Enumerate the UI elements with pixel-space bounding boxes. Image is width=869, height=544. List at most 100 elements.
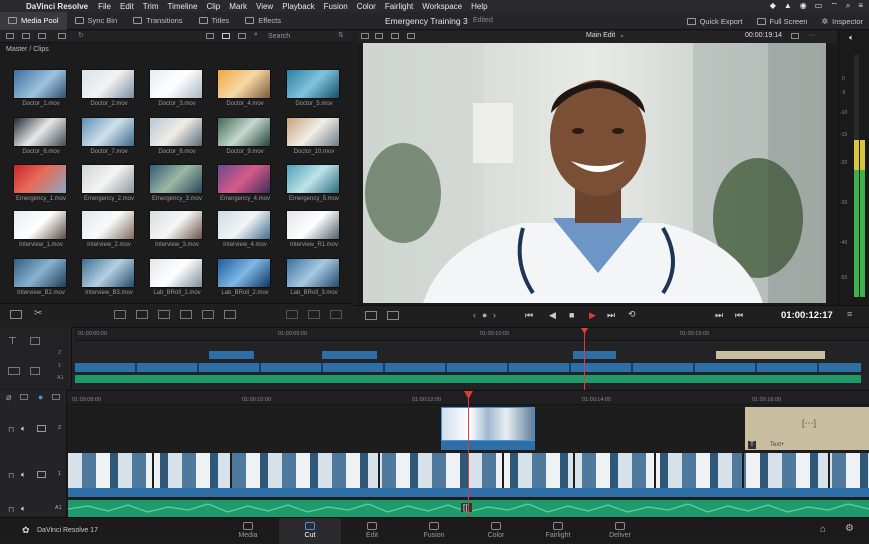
v2-clip[interactable] (441, 407, 535, 441)
timeline-view-icon[interactable] (52, 394, 60, 400)
thumbnail-view-icon[interactable] (222, 33, 230, 39)
go-to-end-icon[interactable]: ⏭ (607, 310, 615, 321)
clip-emergency-2[interactable]: Emergency_2.mov (81, 164, 137, 209)
search-field[interactable]: Search (268, 33, 290, 40)
viewer-layout-icon[interactable] (361, 33, 369, 39)
sync-bin-button[interactable]: Sync Bin (67, 12, 126, 30)
clip-interview-r1[interactable]: Interview_R1.mov (286, 210, 342, 255)
upper-v1-track[interactable] (75, 363, 861, 372)
clip-doctor-2[interactable]: Doctor_2.mov (81, 69, 137, 114)
clip-doctor-3[interactable]: Doctor_3.mov (149, 69, 205, 114)
zoom-icon[interactable] (791, 33, 799, 39)
page-fusion[interactable]: Fusion (403, 518, 465, 544)
lock-icon[interactable]: ⊓ (8, 425, 14, 434)
upper-title-clip[interactable] (716, 351, 825, 359)
menu-color[interactable]: Color (357, 2, 376, 11)
battery-icon[interactable]: ▭ (815, 1, 823, 11)
clip-emergency-1[interactable]: Emergency_1.mov (13, 164, 69, 209)
menu-clip[interactable]: Clip (206, 2, 220, 11)
speaker-icon[interactable]: 🔈︎ (849, 33, 854, 43)
menu-trim[interactable]: Trim (143, 2, 159, 11)
dissolve-icon[interactable] (308, 310, 320, 319)
clip-doctor-4[interactable]: Doctor_4.mov (217, 69, 273, 114)
close-up-icon[interactable] (180, 310, 192, 319)
audio-icon[interactable]: 🔈︎ (21, 470, 26, 480)
prev-marker-icon[interactable]: ‹ (473, 310, 476, 320)
refresh-icon[interactable]: ↻ (78, 31, 84, 39)
audio-edit-handle-icon[interactable]: [|] (461, 503, 472, 512)
upper-v2-clip[interactable] (573, 351, 616, 359)
page-fairlight[interactable]: Fairlight (527, 518, 589, 544)
audio-icon[interactable]: 🔈︎ (21, 424, 26, 434)
transition-icon[interactable] (286, 310, 298, 319)
import-icon[interactable] (22, 33, 30, 39)
clip-emergency-4[interactable]: Emergency_4.mov (217, 164, 273, 209)
menu-view[interactable]: View (256, 2, 273, 11)
page-deliver[interactable]: Deliver (589, 518, 651, 544)
clip-interview-b2[interactable]: Interview_B2.mov (13, 258, 69, 303)
clip-doctor-1[interactable]: Doctor_1.mov (13, 69, 69, 114)
smart-insert-icon[interactable] (114, 310, 126, 319)
clip-interview-1[interactable]: Interview_1.mov (13, 210, 69, 255)
linked-selection-icon[interactable]: ● (38, 392, 43, 402)
jog-dot-icon[interactable]: ● (482, 310, 487, 320)
wifi-icon[interactable]: ⌔ (830, 1, 838, 11)
safe-area-icon[interactable] (391, 33, 399, 39)
clip-emergency-5[interactable]: Emergency_5.mov (286, 164, 342, 209)
upper-a1-track[interactable] (75, 375, 861, 383)
clip-doctor-6[interactable]: Doctor_6.mov (13, 117, 69, 162)
transitions-button[interactable]: Transitions (125, 12, 190, 30)
timeline-selector[interactable]: Main Edit (586, 32, 615, 39)
adobe-icon[interactable]: ▲ (784, 1, 792, 11)
upper-playhead[interactable] (584, 330, 585, 390)
clip-lab-broll-1[interactable]: Lab_BRoll_1.mov (149, 258, 205, 303)
dropbox-icon[interactable]: ◆ (770, 1, 776, 11)
media-pool-button[interactable]: Media Pool (0, 11, 67, 30)
page-color[interactable]: Color (465, 518, 527, 544)
loop-icon[interactable]: ⟲ (628, 309, 636, 320)
place-on-top-icon[interactable] (202, 310, 214, 319)
record-icon[interactable]: ◉ (800, 1, 807, 11)
chevron-down-icon[interactable]: ⌄ (619, 31, 625, 39)
sidebar-toggle-icon[interactable] (6, 33, 14, 39)
clip-doctor-10[interactable]: Doctor_10.mov (286, 117, 342, 162)
lower-playhead[interactable] (468, 391, 469, 518)
next-marker-icon[interactable]: › (493, 310, 496, 320)
menu-timeline[interactable]: Timeline (168, 2, 198, 11)
strip-view-icon[interactable] (206, 33, 214, 39)
menu-edit[interactable]: Edit (120, 2, 134, 11)
audio-trim-icon[interactable] (387, 311, 399, 320)
clip-lab-broll-3[interactable]: Lab_BRoll_3.mov (286, 258, 342, 303)
track-options-icon[interactable] (30, 367, 40, 375)
clip-interview-4[interactable]: Interview_4.mov (217, 210, 273, 255)
menu-fusion[interactable]: Fusion (324, 2, 348, 11)
clip-doctor-7[interactable]: Doctor_7.mov (81, 117, 137, 162)
effects-button[interactable]: Effects (237, 12, 289, 30)
video-enable-icon[interactable] (37, 425, 46, 432)
sort-order-icon[interactable]: ⇅ (338, 31, 344, 39)
menu-mark[interactable]: Mark (229, 2, 247, 11)
lock-icon[interactable]: ⊓ (8, 505, 14, 514)
upper-v2-clip[interactable] (322, 351, 377, 359)
tools-icon[interactable]: ⌀ (6, 392, 11, 403)
viewer-options-icon[interactable] (407, 33, 415, 39)
v2-clip-bar[interactable] (441, 441, 535, 450)
lock-icon[interactable]: ⊓ (8, 471, 14, 480)
page-media[interactable]: Media (217, 518, 279, 544)
play-icon[interactable]: ▶ (589, 310, 596, 321)
home-icon[interactable]: ⌂ (820, 524, 826, 535)
track-height-icon[interactable]: ⊤ (8, 336, 17, 347)
more-options-icon[interactable]: ⋯ (809, 31, 816, 39)
list-view-icon[interactable] (238, 33, 246, 39)
audio-icon[interactable]: 🔈︎ (21, 504, 26, 514)
source-overwrite-icon[interactable] (224, 310, 236, 319)
smooth-cut-icon[interactable] (330, 310, 342, 319)
clip-emergency-3[interactable]: Emergency_3.mov (149, 164, 205, 209)
trim-mode-icon[interactable] (365, 311, 377, 320)
search-icon[interactable]: ⌕ (254, 31, 258, 39)
clip-interview-3[interactable]: Interview_3.mov (149, 210, 205, 255)
menu-workspace[interactable]: Workspace (422, 2, 462, 11)
page-edit[interactable]: Edit (341, 518, 403, 544)
next-edit-icon[interactable]: ⏭ (715, 310, 723, 321)
apple-icon[interactable] (10, 1, 20, 11)
